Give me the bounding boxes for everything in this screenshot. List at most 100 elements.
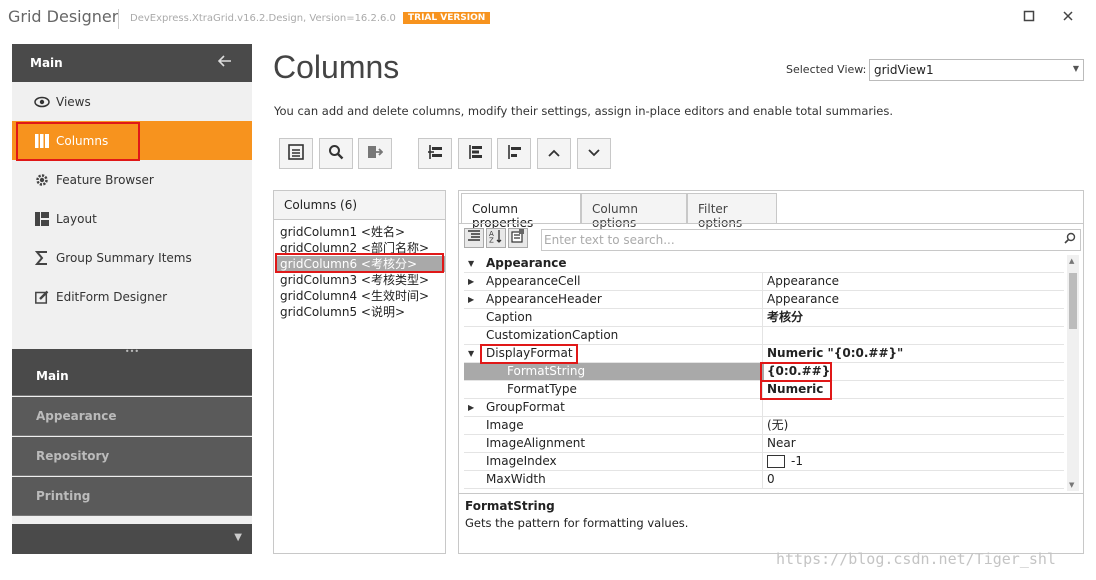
property-name: Appearance xyxy=(486,256,567,270)
selected-view-dropdown[interactable]: gridView1 ▼ xyxy=(869,59,1084,81)
group-repository[interactable]: Repository xyxy=(12,437,252,476)
maximize-icon[interactable] xyxy=(1021,10,1037,26)
highlight-box xyxy=(275,253,444,273)
property-value: Numeric "{0:0.##}" xyxy=(767,346,904,360)
property-name: AppearanceHeader xyxy=(485,291,763,309)
property-row[interactable]: ImageAlignment Near xyxy=(464,435,1064,453)
scroll-thumb[interactable] xyxy=(1069,273,1077,329)
sidebar-item-views[interactable]: Views xyxy=(12,82,252,121)
list-item[interactable]: gridColumn3 <考核类型> xyxy=(274,272,445,288)
close-icon[interactable] xyxy=(1060,10,1076,26)
property-name: CustomizationCaption xyxy=(485,327,763,345)
property-pages-icon[interactable] xyxy=(508,228,528,248)
property-value[interactable]: Near xyxy=(764,435,1064,452)
highlight-box xyxy=(480,344,578,364)
property-grid-scrollbar[interactable]: ▲ ▼ xyxy=(1067,255,1079,491)
app-title: Grid Designer xyxy=(8,7,119,26)
property-value[interactable]: (无) xyxy=(764,417,1064,434)
sidebar-header: Main xyxy=(12,44,252,82)
sidebar-item-layout[interactable]: Layout xyxy=(12,199,252,238)
sidebar-header-label: Main xyxy=(30,56,63,70)
list-item[interactable]: gridColumn5 <说明> xyxy=(274,304,445,320)
property-row[interactable]: ▶ GroupFormat xyxy=(464,399,1064,417)
properties-panel: Column properties Column options Filter … xyxy=(458,190,1084,554)
columns-list-header: Columns (6) xyxy=(274,191,445,220)
sidebar-item-feature-browser[interactable]: Feature Browser xyxy=(12,160,252,199)
chevron-up-icon xyxy=(547,147,561,161)
highlight-box xyxy=(760,380,832,400)
tab-column-properties[interactable]: Column properties xyxy=(461,193,581,230)
sidebar-splitter[interactable]: ••• xyxy=(12,348,252,357)
property-row[interactable]: ▶ AppearanceCell Appearance xyxy=(464,273,1064,291)
sidebar-item-columns[interactable]: Columns xyxy=(12,121,252,161)
property-description-title: FormatString xyxy=(465,499,555,513)
chevron-down-icon: ▼ xyxy=(1072,64,1079,73)
expand-icon[interactable]: ▶ xyxy=(468,291,474,308)
expand-icon[interactable]: ▶ xyxy=(468,399,474,416)
search-placeholder: Enter text to search... xyxy=(544,233,675,247)
sort-alpha-icon[interactable]: AZ xyxy=(486,228,506,248)
property-search-input[interactable]: Enter text to search... xyxy=(541,229,1081,251)
property-row[interactable]: MaxWidth 0 xyxy=(464,471,1064,489)
delete-column-button[interactable] xyxy=(497,138,531,169)
collapse-icon[interactable]: ▼ xyxy=(468,255,474,272)
layout-icon xyxy=(34,211,50,227)
insert-column-button[interactable] xyxy=(458,138,492,169)
property-value-with-swatch[interactable]: -1 xyxy=(764,453,1064,470)
scroll-down-icon[interactable]: ▼ xyxy=(1069,481,1074,489)
property-value[interactable]: 考核分 xyxy=(764,309,1064,326)
move-up-button[interactable] xyxy=(537,138,571,169)
tab-filter-options[interactable]: Filter options xyxy=(687,193,777,230)
retrieve-fields-button[interactable] xyxy=(319,138,353,169)
group-main[interactable]: Main xyxy=(12,357,252,396)
sidebar-footer: ▼ xyxy=(12,524,252,554)
move-down-button[interactable] xyxy=(577,138,611,169)
property-name: FormatString xyxy=(485,363,763,381)
sidebar-item-label: EditForm Designer xyxy=(56,289,168,304)
property-row[interactable]: ImageIndex -1 xyxy=(464,453,1064,471)
property-row[interactable]: Caption 考核分 xyxy=(464,309,1064,327)
list-item[interactable]: gridColumn1 <姓名> xyxy=(274,224,445,240)
page-title: Columns xyxy=(273,49,400,85)
tab-column-options[interactable]: Column options xyxy=(581,193,687,230)
collapse-arrow-icon[interactable] xyxy=(217,53,232,72)
sidebar-item-label: Group Summary Items xyxy=(56,250,192,265)
properties-tabs: Column properties Column options Filter … xyxy=(459,191,1083,230)
property-row[interactable]: ▶ AppearanceHeader Appearance xyxy=(464,291,1064,309)
property-row[interactable]: CustomizationCaption xyxy=(464,327,1064,345)
sidebar-item-label: Views xyxy=(56,94,91,109)
trial-badge: TRIAL VERSION xyxy=(403,12,491,24)
sigma-icon xyxy=(34,250,50,266)
show-designer-button[interactable] xyxy=(279,138,313,169)
columns-list-panel: Columns (6) gridColumn1 <姓名> gridColumn2… xyxy=(273,190,446,554)
title-separator xyxy=(118,9,119,29)
version-text: DevExpress.XtraGrid.v16.2.Design, Versio… xyxy=(130,13,396,24)
gear-icon xyxy=(34,172,50,188)
sidebar-item-editform-designer[interactable]: EditForm Designer xyxy=(12,277,252,316)
title-bar: Grid Designer DevExpress.XtraGrid.v16.2.… xyxy=(0,0,1096,38)
property-grid: ▼ Appearance ▶ AppearanceCell Appearance… xyxy=(464,255,1064,491)
group-appearance[interactable]: Appearance xyxy=(12,397,252,436)
property-row[interactable]: ▼ Appearance xyxy=(464,255,1064,273)
page-description: You can add and delete columns, modify t… xyxy=(274,104,894,118)
property-value: Appearance xyxy=(767,292,840,306)
property-value[interactable]: 0 xyxy=(764,471,1064,488)
categorized-icon[interactable] xyxy=(464,228,484,248)
add-column-button[interactable] xyxy=(418,138,452,169)
remove-column-icon xyxy=(506,144,522,163)
watermark: https://blog.csdn.net/Tiger_shl xyxy=(776,550,1056,568)
exit-icon xyxy=(367,144,384,163)
property-row[interactable]: Image (无) xyxy=(464,417,1064,435)
sidebar-item-group-summary-items[interactable]: Group Summary Items xyxy=(12,238,252,277)
sidebar-item-label: Feature Browser xyxy=(56,172,154,187)
scroll-up-icon[interactable]: ▲ xyxy=(1069,257,1074,265)
dropdown-caret-icon[interactable]: ▼ xyxy=(234,532,242,543)
remove-column-button[interactable] xyxy=(358,138,392,169)
list-item[interactable]: gridColumn4 <生效时间> xyxy=(274,288,445,304)
property-name: AppearanceCell xyxy=(485,273,763,291)
eye-icon xyxy=(34,94,50,110)
group-printing[interactable]: Printing xyxy=(12,477,252,516)
expand-icon[interactable]: ▶ xyxy=(468,273,474,290)
collapse-icon[interactable]: ▼ xyxy=(468,345,474,362)
property-value: Appearance xyxy=(767,274,840,288)
